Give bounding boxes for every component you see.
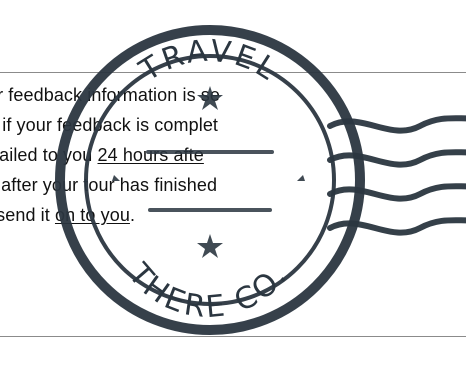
message-line-4-pre: n the days after your tour has finished xyxy=(0,175,218,195)
message-line-1: h you! Your feedback information is se xyxy=(0,80,466,110)
message-line-4: n the days after your tour has finished xyxy=(0,170,466,200)
message-line-3-underlined: 24 hours afte xyxy=(97,145,204,165)
message-line-1-pre: h you! Your feedback information is se xyxy=(0,85,220,105)
message-line-2: ere Co trip if your feedback is complet xyxy=(0,110,466,140)
message-line-5-underlined: on to you xyxy=(54,205,130,225)
feedback-message: h you! Your feedback information is se e… xyxy=(0,80,466,320)
message-line-5: nd we will send it on to you. xyxy=(0,200,466,230)
top-divider xyxy=(0,72,466,73)
message-line-5-post: . xyxy=(129,205,136,225)
message-line-3: will be e-mailed to you 24 hours afte xyxy=(0,140,466,170)
bottom-divider xyxy=(0,336,466,337)
message-line-5-pre: nd we will send it xyxy=(0,205,50,225)
feedback-message-text: h you! Your feedback information is se e… xyxy=(0,80,466,230)
message-line-3-pre: will be e-mailed to you xyxy=(0,145,93,165)
message-line-2-pre: ere Co trip if your feedback is complet xyxy=(0,115,219,135)
